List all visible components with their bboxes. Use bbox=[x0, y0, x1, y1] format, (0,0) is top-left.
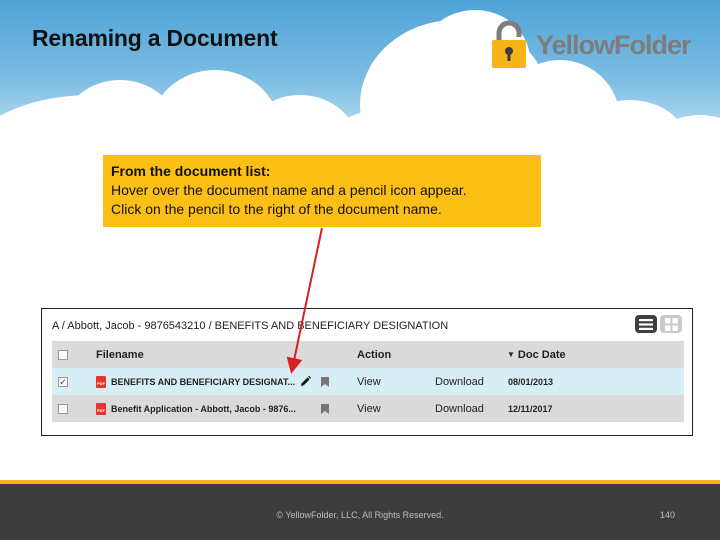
brand-logo: YellowFolder bbox=[490, 20, 692, 70]
slide-title: Renaming a Document bbox=[32, 25, 278, 51]
callout-line-2: Click on the pencil to the right of the … bbox=[111, 201, 442, 217]
callout-line-1: Hover over the document name and a penci… bbox=[111, 182, 467, 198]
pencil-icon bbox=[301, 376, 311, 386]
view-link[interactable]: View bbox=[357, 395, 381, 422]
download-link[interactable]: Download bbox=[435, 368, 484, 395]
pencil-rename-button[interactable] bbox=[300, 368, 311, 395]
document-list-panel: A / Abbott, Jacob - 9876543210 / BENEFIT… bbox=[41, 308, 693, 436]
column-doc-date-label: Doc Date bbox=[517, 348, 566, 361]
filename-link[interactable]: Benefit Application - Abbott, Jacob - 98… bbox=[111, 404, 296, 414]
bookmark-icon bbox=[321, 376, 329, 387]
download-link[interactable]: Download bbox=[435, 395, 484, 422]
bookmark-button[interactable] bbox=[321, 395, 329, 422]
list-view-button[interactable] bbox=[635, 315, 657, 333]
view-toggle bbox=[635, 315, 682, 333]
select-all-checkbox[interactable] bbox=[58, 349, 68, 360]
grid-view-button[interactable] bbox=[660, 315, 682, 333]
padlock-icon bbox=[492, 20, 526, 68]
doc-date: 12/11/2017 bbox=[508, 403, 553, 414]
copyright-text: © YellowFolder, LLC, All Rights Reserved… bbox=[276, 510, 444, 520]
list-view-icon bbox=[639, 318, 653, 330]
bookmark-icon bbox=[321, 403, 329, 414]
column-filename[interactable]: Filename bbox=[96, 341, 144, 368]
table-row[interactable]: ✓ PDF BENEFITS AND BENEFICIARY DESIGNAT.… bbox=[52, 368, 684, 395]
filename-link[interactable]: BENEFITS AND BENEFICIARY DESIGNAT... bbox=[111, 377, 295, 387]
table-row[interactable]: PDF Benefit Application - Abbott, Jacob … bbox=[52, 395, 684, 422]
doc-date: 08/01/2013 bbox=[508, 376, 554, 387]
grid-view-icon bbox=[664, 317, 678, 331]
pdf-file-icon: PDF bbox=[96, 375, 106, 388]
row-checkbox[interactable]: ✓ bbox=[58, 376, 68, 387]
callout-heading: From the document list: bbox=[111, 163, 271, 179]
view-link[interactable]: View bbox=[357, 368, 381, 395]
brand-wordmark: YellowFolder bbox=[536, 29, 692, 60]
pdf-file-icon: PDF bbox=[96, 402, 106, 415]
sort-descending-icon: ▼ bbox=[507, 350, 515, 359]
column-action: Action bbox=[357, 348, 392, 361]
row-checkbox[interactable] bbox=[58, 403, 68, 414]
instruction-callout: From the document list: Hover over the d… bbox=[103, 155, 541, 227]
table-header: Filename Action ▼ Doc Date bbox=[52, 341, 684, 368]
slide-footer: © YellowFolder, LLC, All Rights Reserved… bbox=[0, 484, 720, 540]
breadcrumb: A / Abbott, Jacob - 9876543210 / BENEFIT… bbox=[52, 320, 449, 332]
page-number: 140 bbox=[660, 510, 676, 520]
bookmark-button[interactable] bbox=[321, 368, 329, 395]
column-doc-date[interactable]: ▼ Doc Date bbox=[507, 341, 566, 368]
